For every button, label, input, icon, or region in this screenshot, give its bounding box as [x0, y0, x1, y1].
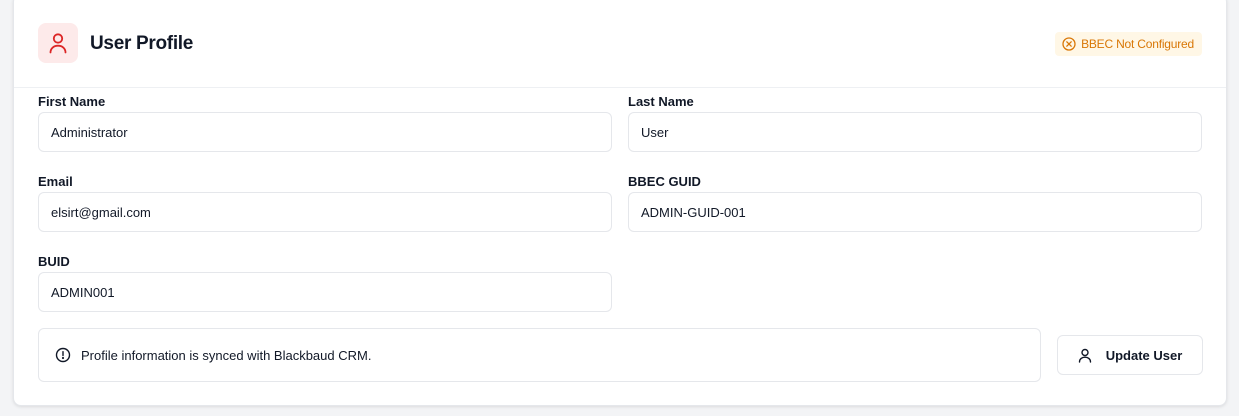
status-badge-label: BBEC Not Configured: [1081, 37, 1194, 51]
bbec-guid-label: BBEC GUID: [628, 174, 701, 189]
email-label: Email: [38, 174, 73, 189]
info-text: Profile information is synced with Black…: [81, 347, 372, 363]
user-profile-card: User Profile BBEC Not Configured First N…: [13, 0, 1227, 406]
user-icon: [1078, 348, 1092, 363]
user-icon: [38, 23, 78, 63]
info-box: Profile information is synced with Black…: [38, 328, 1041, 382]
first-name-field[interactable]: [38, 112, 612, 152]
last-name-label: Last Name: [628, 94, 694, 109]
page-title: User Profile: [90, 33, 194, 54]
email-field[interactable]: [38, 192, 612, 232]
info-circle-icon: [55, 347, 71, 363]
status-badge: BBEC Not Configured: [1055, 32, 1202, 56]
x-circle-icon: [1062, 37, 1076, 51]
buid-label: BUID: [38, 254, 70, 269]
update-user-button[interactable]: Update User: [1057, 335, 1203, 375]
update-user-label: Update User: [1105, 347, 1183, 363]
first-name-label: First Name: [38, 94, 106, 109]
last-name-field[interactable]: [628, 112, 1202, 152]
bbec-guid-field[interactable]: [628, 192, 1202, 232]
card-header: User Profile BBEC Not Configured: [14, 0, 1226, 88]
buid-field[interactable]: [38, 272, 612, 312]
